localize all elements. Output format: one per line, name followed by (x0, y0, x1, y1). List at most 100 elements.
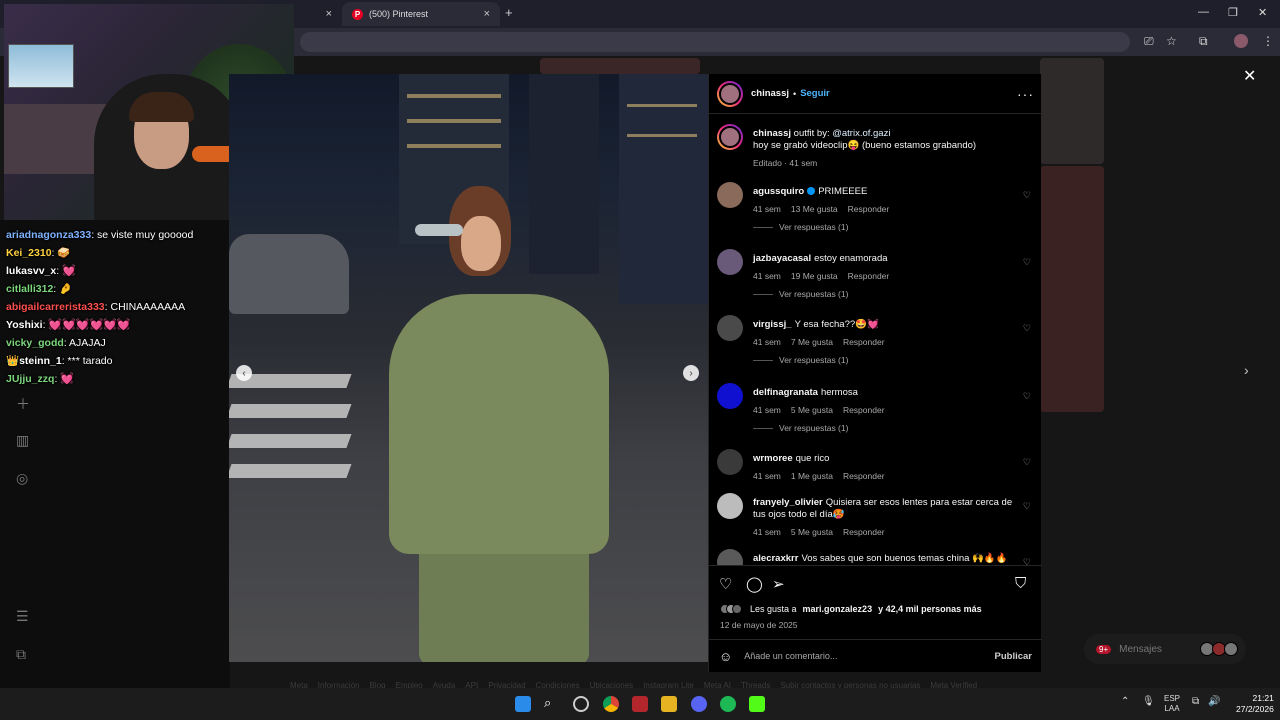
author-username[interactable]: chinassj (751, 88, 789, 99)
emoji-icon[interactable]: ☺ (719, 649, 732, 664)
network-icon[interactable]: ⧉ (1192, 697, 1199, 707)
comments-list[interactable]: chinassj outfit by: @atrix.of.gazi hoy s… (709, 115, 1042, 565)
comment-likes[interactable]: 19 Me gusta (791, 270, 838, 282)
chat-username[interactable]: Yoshixi (6, 319, 43, 331)
caption-username[interactable]: chinassj (753, 128, 791, 139)
comment-like-icon[interactable]: ♡ (1023, 457, 1031, 468)
tab-previous[interactable]: × (294, 2, 342, 26)
reply-button[interactable]: Responder (843, 470, 885, 482)
chat-username[interactable]: JUjju_zzq (6, 373, 54, 385)
next-post-icon[interactable]: › (1244, 362, 1249, 378)
create-icon[interactable]: ＋ (16, 394, 30, 414)
close-modal-icon[interactable]: ✕ (1243, 66, 1256, 86)
view-replies-button[interactable]: Ver respuestas (1) (753, 355, 848, 365)
comment-username[interactable]: wrmoree (753, 453, 793, 464)
comment-input[interactable]: Añade un comentario... (744, 651, 837, 661)
likes-count[interactable]: y 42,4 mil personas más (878, 604, 982, 614)
chat-username[interactable]: abigailcarrerista333 (6, 301, 105, 313)
author-avatar[interactable] (717, 124, 743, 150)
author-avatar[interactable] (717, 80, 743, 107)
reply-button[interactable]: Responder (843, 336, 885, 348)
view-replies-button[interactable]: Ver respuestas (1) (753, 289, 848, 299)
tray-chevron-icon[interactable]: ⌃ (1121, 697, 1129, 707)
next-image-button[interactable]: › (683, 365, 699, 381)
reply-button[interactable]: Responder (848, 203, 890, 215)
chat-username[interactable]: citlalli312 (6, 283, 53, 295)
reply-button[interactable]: Responder (848, 270, 890, 282)
comment-like-icon[interactable]: ♡ (1023, 557, 1031, 565)
view-replies-button[interactable]: Ver respuestas (1) (753, 423, 848, 433)
comment-like-icon[interactable]: ♡ (1023, 257, 1031, 268)
reply-button[interactable]: Responder (843, 404, 885, 416)
comment-icon[interactable]: ◯ (746, 575, 763, 593)
comment-likes[interactable]: 1 Me gusta (791, 470, 833, 482)
comment-username[interactable]: alecraxkrr (753, 553, 798, 564)
menu-icon[interactable]: ☰ (16, 608, 29, 625)
address-bar[interactable] (300, 32, 1130, 52)
comment-likes[interactable]: 5 Me gusta (791, 404, 833, 416)
chat-username[interactable]: lukasvv_x (6, 265, 56, 277)
comment-likes[interactable]: 5 Me gusta (791, 526, 833, 538)
likes-summary[interactable]: Les gusta a mari.gonzalez23 y 42,4 mil p… (720, 604, 982, 614)
comment-likes[interactable]: 13 Me gusta (791, 203, 838, 215)
comment-like-icon[interactable]: ♡ (1023, 501, 1031, 512)
comment-avatar[interactable] (717, 549, 743, 565)
kick-icon[interactable] (749, 696, 765, 712)
bookmark-star-icon[interactable]: ☆ (1166, 34, 1177, 48)
dashboard-icon[interactable]: ▥ (16, 432, 29, 449)
clock[interactable]: 21:21 27/2/2026 (1236, 693, 1274, 715)
restore-icon[interactable]: ❐ (1228, 6, 1238, 19)
windows-start-icon[interactable] (515, 696, 531, 712)
comment-avatar[interactable] (717, 449, 743, 475)
file-explorer-icon[interactable] (661, 696, 677, 712)
window-close-icon[interactable]: ✕ (1258, 6, 1267, 19)
language-indicator[interactable]: ESP LAA (1164, 694, 1180, 714)
extensions-icon[interactable]: ⧉ (1199, 34, 1208, 49)
comment-avatar[interactable] (717, 249, 743, 275)
messages-pill[interactable]: 9+ Mensajes (1084, 634, 1246, 664)
comment-username[interactable]: virgissj_ (753, 319, 792, 330)
like-icon[interactable]: ♡ (719, 575, 732, 593)
news-app-icon[interactable] (632, 696, 648, 712)
share-icon[interactable]: ➢ (772, 575, 785, 593)
chat-username[interactable]: 👑steinn_1 (6, 355, 62, 367)
chat-username[interactable]: vicky_godd (6, 337, 64, 349)
comment-username[interactable]: franyely_olivier (753, 497, 823, 508)
microphone-icon[interactable]: 🎙 (1142, 697, 1155, 707)
new-tab-button[interactable]: + (505, 5, 513, 20)
follow-button[interactable]: Seguir (800, 88, 830, 99)
view-replies-button[interactable]: Ver respuestas (1) (753, 222, 848, 232)
minimize-icon[interactable]: — (1198, 6, 1209, 18)
comment-username[interactable]: delfinagranata (753, 387, 818, 398)
volume-icon[interactable]: 🔊 (1208, 697, 1220, 707)
discord-icon[interactable] (691, 696, 707, 712)
browser-menu-icon[interactable]: ⋮ (1262, 34, 1274, 48)
chrome-icon[interactable] (603, 696, 619, 712)
comment-likes[interactable]: 7 Me gusta (791, 336, 833, 348)
comment-like-icon[interactable]: ♡ (1023, 323, 1031, 334)
post-photo[interactable]: ‹ › (229, 74, 708, 662)
caption-mention-link[interactable]: @atrix.of.gazi (832, 128, 890, 139)
publish-button[interactable]: Publicar (995, 651, 1033, 662)
cast-icon[interactable]: ⎚ (1144, 34, 1154, 49)
search-icon[interactable]: ⌕ (544, 695, 560, 711)
close-tab-icon[interactable]: × (326, 8, 332, 20)
close-tab-icon[interactable]: × (484, 8, 490, 20)
comment-avatar[interactable] (717, 315, 743, 341)
comment-avatar[interactable] (717, 383, 743, 409)
comment-username[interactable]: agussquiro (753, 186, 804, 197)
obs-icon[interactable] (573, 696, 589, 712)
meta-apps-icon[interactable]: ⧉ (16, 646, 26, 663)
spotify-icon[interactable] (720, 696, 736, 712)
comment-avatar[interactable] (717, 493, 743, 519)
save-icon[interactable]: ⛉ (1015, 575, 1026, 592)
comment-like-icon[interactable]: ♡ (1023, 391, 1031, 402)
more-options-icon[interactable]: ··· (1017, 86, 1034, 102)
likes-user[interactable]: mari.gonzalez23 (803, 604, 873, 614)
comment-username[interactable]: jazbayacasal (753, 253, 811, 264)
prev-image-button[interactable]: ‹ (236, 365, 252, 381)
profile-avatar[interactable] (1234, 34, 1248, 48)
reply-button[interactable]: Responder (843, 526, 885, 538)
comment-like-icon[interactable]: ♡ (1023, 190, 1031, 201)
chat-username[interactable]: ariadnagonza333 (6, 229, 91, 241)
